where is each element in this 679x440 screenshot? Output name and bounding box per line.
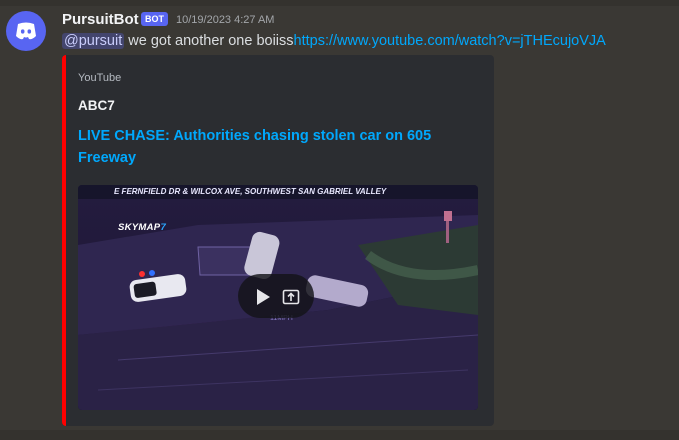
channel-logo-text: SKYMAP bbox=[118, 222, 161, 233]
message-link[interactable]: https://www.youtube.com/watch?v=jTHEcujo… bbox=[294, 33, 606, 49]
embed-accent-bar bbox=[62, 55, 66, 426]
discord-logo-icon bbox=[16, 22, 36, 40]
link-embed: YouTube ABC7 LIVE CHASE: Authorities cha… bbox=[62, 55, 494, 426]
user-mention[interactable]: @pursuit bbox=[62, 33, 125, 49]
bot-avatar[interactable] bbox=[6, 11, 46, 51]
video-caption-banner: E FERNFIELD DR & WILCOX AVE, SOUTHWEST S… bbox=[78, 185, 478, 199]
video-thumbnail[interactable]: E FERNFIELD DR & WILCOX AVE, SOUTHWEST S… bbox=[78, 185, 478, 410]
embed-author[interactable]: ABC7 bbox=[78, 98, 115, 113]
embed-title-link[interactable]: LIVE CHASE: Authorities chasing stolen c… bbox=[78, 125, 458, 169]
channel-logo: SKYMAP7 bbox=[118, 222, 166, 233]
bot-badge: BOT bbox=[141, 12, 168, 26]
channel-logo-number: 7 bbox=[160, 222, 167, 233]
open-external-icon[interactable] bbox=[282, 288, 300, 306]
play-icon[interactable] bbox=[254, 288, 272, 306]
bottom-divider bbox=[0, 430, 679, 440]
message-timestamp[interactable]: 10/19/2023 4:27 AM bbox=[176, 14, 274, 27]
message-content: @pursuit we got another one boiisshttps:… bbox=[62, 32, 606, 51]
top-divider bbox=[0, 0, 679, 6]
embed-provider[interactable]: YouTube bbox=[78, 72, 121, 84]
message-text: we got another one boiiss bbox=[124, 33, 294, 49]
video-controls bbox=[238, 274, 314, 318]
author-name[interactable]: PursuitBot bbox=[62, 11, 139, 29]
